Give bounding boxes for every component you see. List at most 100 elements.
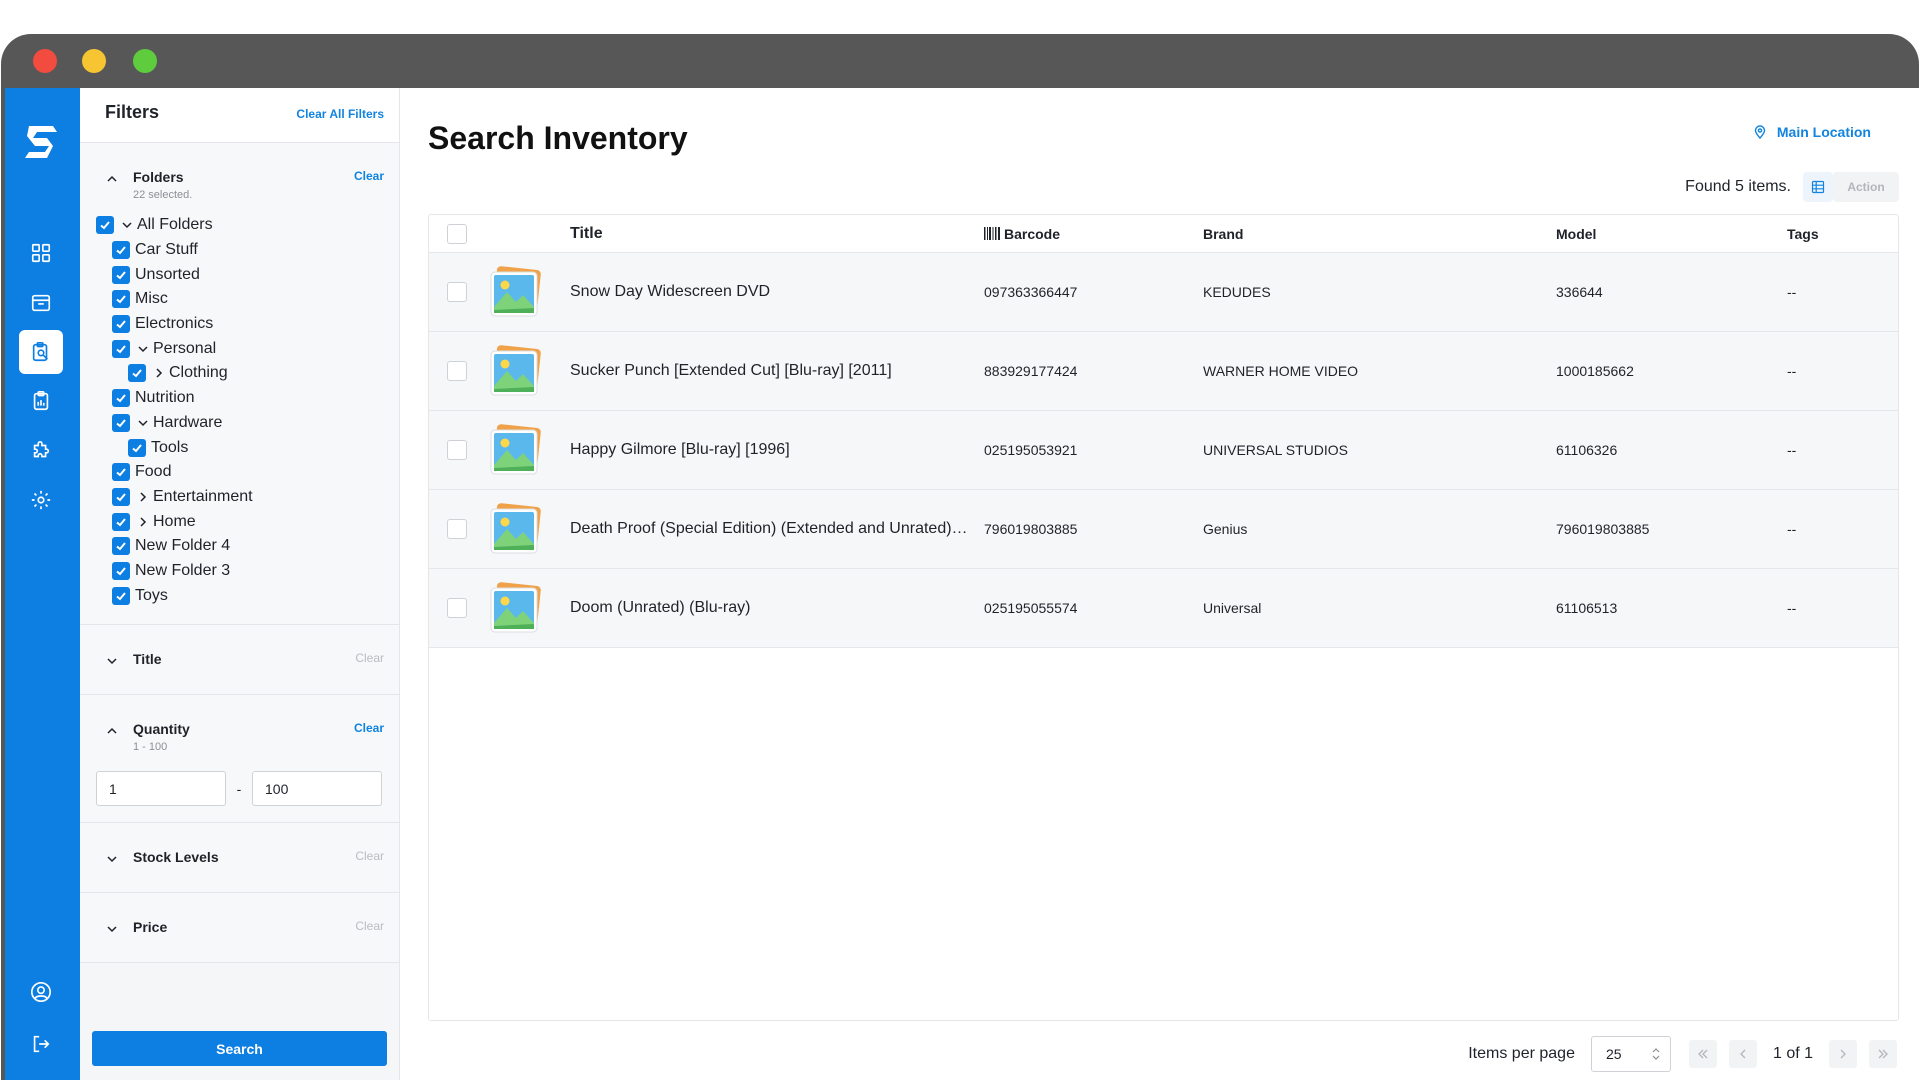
title-clear-link[interactable]: Clear — [355, 651, 384, 665]
folder-checkbox[interactable] — [112, 265, 130, 284]
folder-tree-item[interactable]: Tools — [96, 435, 399, 460]
folder-tree-item[interactable]: Car Stuff — [96, 238, 399, 263]
folder-checkbox[interactable] — [96, 216, 114, 235]
title-section-header[interactable]: Title Clear — [80, 651, 399, 668]
rail-item-reports[interactable] — [19, 379, 63, 423]
row-checkbox[interactable] — [447, 440, 467, 460]
cell-model: 336644 — [1556, 284, 1603, 300]
row-checkbox[interactable] — [447, 361, 467, 381]
folder-tree-item[interactable]: Personal — [96, 336, 399, 361]
folder-checkbox[interactable] — [112, 512, 130, 531]
folders-clear-link[interactable]: Clear — [354, 169, 384, 183]
table-view-toggle[interactable] — [1803, 172, 1833, 202]
folder-checkbox[interactable] — [112, 413, 130, 432]
folder-tree-item[interactable]: Nutrition — [96, 386, 399, 411]
cell-title[interactable]: Sucker Punch [Extended Cut] [Blu-ray] [2… — [564, 362, 969, 380]
rail-item-profile[interactable] — [19, 970, 63, 1014]
folder-tree-item[interactable]: New Folder 3 — [96, 559, 399, 584]
minimize-window-button[interactable] — [82, 49, 106, 73]
brand-logo-icon[interactable] — [19, 120, 63, 164]
table-row[interactable]: Death Proof (Special Edition) (Extended … — [429, 490, 1898, 569]
last-page-button[interactable] — [1869, 1040, 1897, 1068]
cell-title[interactable]: Snow Day Widescreen DVD — [564, 283, 969, 301]
next-page-button[interactable] — [1829, 1040, 1857, 1068]
folder-checkbox[interactable] — [112, 463, 130, 482]
inventory-box-icon — [31, 294, 51, 312]
rail-item-dashboard[interactable] — [19, 231, 63, 275]
item-thumbnail[interactable] — [485, 341, 564, 401]
row-checkbox[interactable] — [447, 598, 467, 618]
table-row[interactable]: Doom (Unrated) (Blu-ray) 025195055574 Univ… — [429, 569, 1898, 648]
folder-checkbox[interactable] — [112, 389, 130, 408]
items-per-page-select[interactable]: 25 — [1590, 1036, 1671, 1072]
cell-title[interactable]: Death Proof (Special Edition) (Extended … — [564, 520, 969, 538]
clear-all-filters-link[interactable]: Clear All Filters — [296, 107, 384, 142]
item-thumbnail[interactable] — [485, 578, 564, 638]
folder-checkbox[interactable] — [112, 561, 130, 580]
folder-tree-item[interactable]: Electronics — [96, 312, 399, 337]
folder-tree-item[interactable]: All Folders — [96, 213, 399, 238]
folder-tree-item[interactable]: Misc — [96, 287, 399, 312]
folder-checkbox[interactable] — [128, 364, 146, 383]
quantity-section-header[interactable]: Quantity 1 - 100 Clear — [80, 721, 399, 753]
quantity-min-input[interactable] — [96, 771, 226, 806]
chevron-down-icon[interactable] — [136, 342, 150, 356]
price-section-header[interactable]: Price Clear — [80, 919, 399, 936]
folder-checkbox[interactable] — [112, 339, 130, 358]
item-thumbnail[interactable] — [485, 499, 564, 559]
chevron-right-icon[interactable] — [136, 490, 150, 504]
price-clear-link[interactable]: Clear — [355, 919, 384, 933]
chevron-down-icon[interactable] — [136, 416, 150, 430]
action-button[interactable]: Action — [1833, 172, 1899, 202]
cell-title[interactable]: Happy Gilmore [Blu-ray] [1996] — [564, 441, 969, 459]
column-header-tags[interactable]: Tags — [1786, 226, 1898, 242]
folder-tree-item[interactable]: Food — [96, 460, 399, 485]
stock-levels-clear-link[interactable]: Clear — [355, 849, 384, 863]
folder-tree-item[interactable]: Entertainment — [96, 485, 399, 510]
quantity-clear-link[interactable]: Clear — [354, 721, 384, 735]
folder-checkbox[interactable] — [128, 438, 146, 457]
item-thumbnail[interactable] — [485, 262, 564, 322]
folder-checkbox[interactable] — [112, 241, 130, 260]
column-header-title[interactable]: Title — [564, 225, 969, 243]
folder-tree-item[interactable]: Toys — [96, 583, 399, 608]
rail-item-integrations[interactable] — [19, 429, 63, 473]
folder-tree-item[interactable]: Home — [96, 509, 399, 534]
search-button[interactable]: Search — [92, 1031, 387, 1066]
folder-tree-item[interactable]: New Folder 4 — [96, 534, 399, 559]
rail-item-settings[interactable] — [19, 478, 63, 522]
row-checkbox[interactable] — [447, 519, 467, 539]
column-header-model[interactable]: Model — [1556, 226, 1786, 242]
folders-section-header[interactable]: Folders 22 selected. Clear — [80, 169, 399, 201]
folder-checkbox[interactable] — [112, 537, 130, 556]
table-row[interactable]: Sucker Punch [Extended Cut] [Blu-ray] [2… — [429, 332, 1898, 411]
folder-checkbox[interactable] — [112, 315, 130, 334]
rail-item-inventory[interactable] — [19, 281, 63, 325]
close-window-button[interactable] — [33, 49, 57, 73]
column-header-brand[interactable]: Brand — [1199, 226, 1556, 242]
folder-checkbox[interactable] — [112, 487, 130, 506]
item-thumbnail[interactable] — [485, 420, 564, 480]
rail-item-search[interactable] — [19, 330, 63, 374]
folder-checkbox[interactable] — [112, 586, 130, 605]
select-all-checkbox[interactable] — [447, 223, 467, 244]
maximize-window-button[interactable] — [133, 49, 157, 73]
cell-title[interactable]: Doom (Unrated) (Blu-ray) — [564, 599, 969, 617]
chevron-right-icon[interactable] — [152, 366, 166, 380]
column-header-barcode[interactable]: Barcode — [969, 226, 1199, 242]
folder-checkbox[interactable] — [112, 290, 130, 309]
folder-tree-item[interactable]: Hardware — [96, 411, 399, 436]
previous-page-button[interactable] — [1728, 1040, 1757, 1068]
table-row[interactable]: Snow Day Widescreen DVD 097363366447 KEDUD… — [429, 253, 1898, 332]
table-row[interactable]: Happy Gilmore [Blu-ray] [1996] 0251950539… — [429, 411, 1898, 490]
folder-tree-item[interactable]: Clothing — [96, 361, 399, 386]
folder-tree-item[interactable]: Unsorted — [96, 262, 399, 287]
quantity-max-input[interactable] — [252, 771, 382, 806]
rail-item-logout[interactable] — [19, 1022, 63, 1066]
first-page-button[interactable] — [1688, 1040, 1717, 1068]
chevron-right-icon[interactable] — [136, 515, 150, 529]
location-selector[interactable]: Main Location — [1753, 124, 1871, 140]
chevron-down-icon[interactable] — [120, 218, 134, 232]
row-checkbox[interactable] — [447, 282, 467, 302]
stock-levels-section-header[interactable]: Stock Levels Clear — [80, 849, 399, 866]
